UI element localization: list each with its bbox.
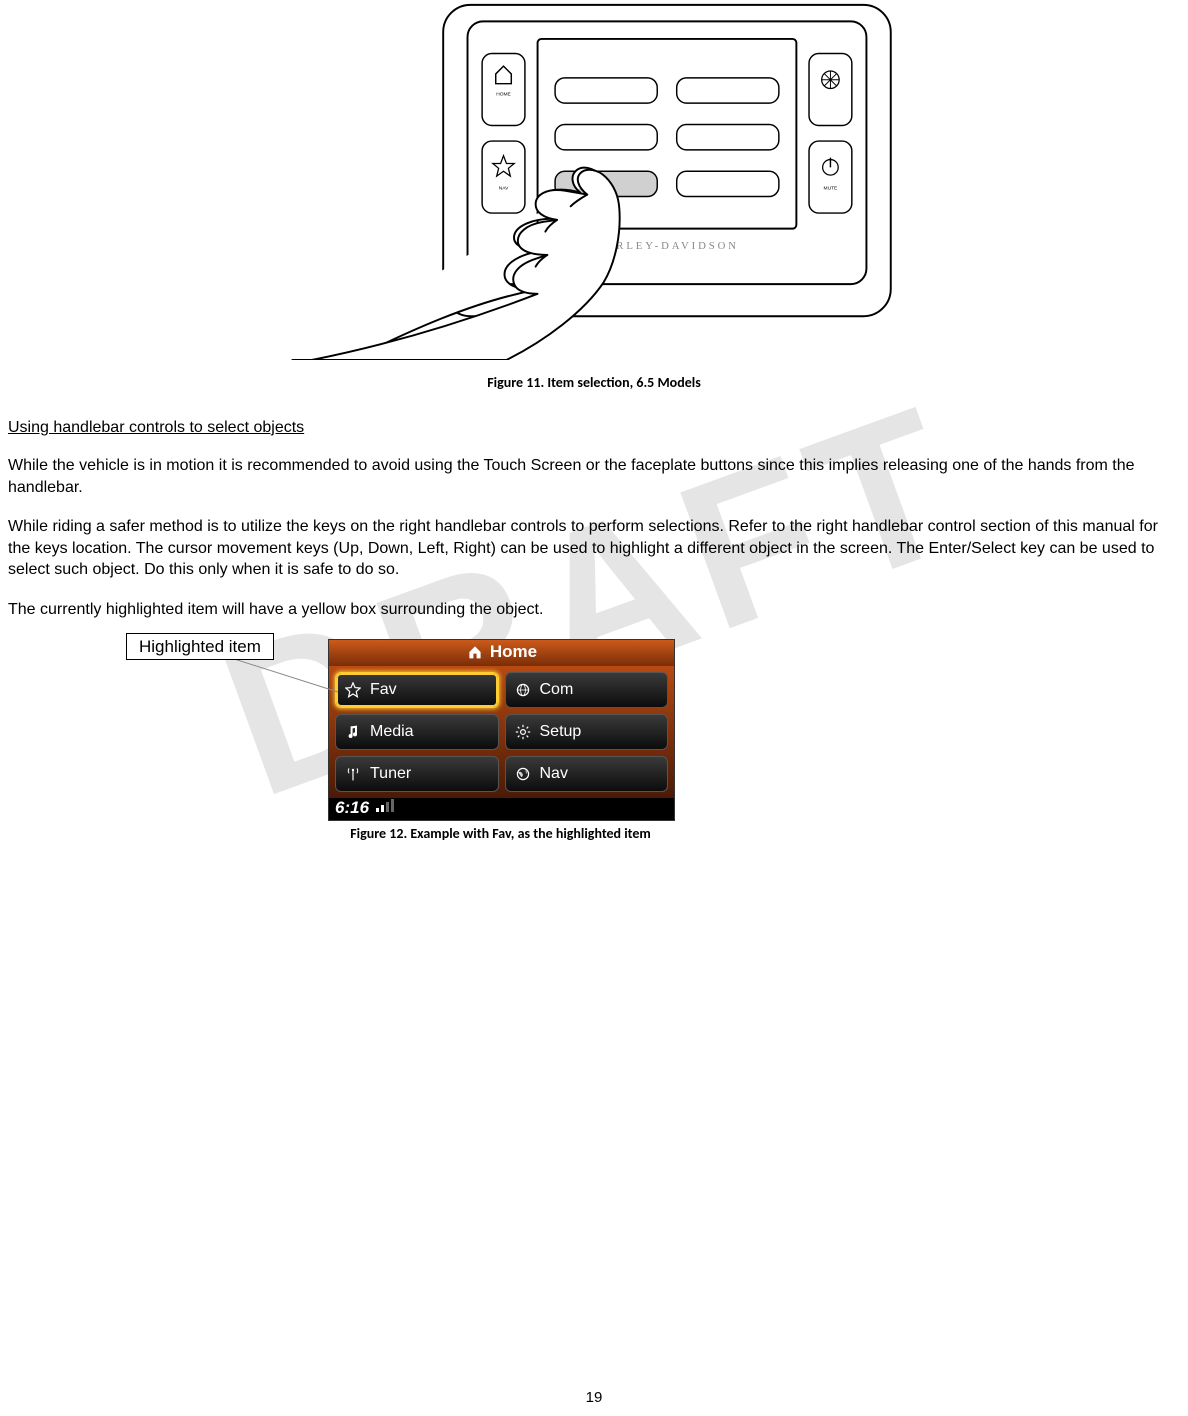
globe-icon	[514, 681, 532, 699]
home-icon	[466, 643, 484, 661]
gear-icon	[514, 723, 532, 741]
clock-time: 6:16	[335, 798, 369, 818]
home-btn-label: Media	[370, 723, 414, 741]
home-btn-setup[interactable]: Setup	[505, 714, 669, 750]
figure-12: Highlighted item Home Fav	[8, 639, 1180, 842]
home-body: Fav Com Media	[329, 666, 674, 798]
home-btn-label: Setup	[540, 723, 582, 741]
home-footer: 6:16	[329, 798, 674, 820]
callout-highlighted-item: Highlighted item	[126, 633, 274, 660]
section-handlebar: Using handlebar controls to select objec…	[8, 419, 1180, 621]
music-icon	[344, 723, 362, 741]
page-number: 19	[8, 1389, 1180, 1406]
figure-11: HARLEY-DAVIDSON HOME NAV MUTE	[8, 0, 1180, 391]
home-header: Home	[329, 640, 674, 666]
para-3: The currently highlighted item will have…	[8, 599, 1180, 621]
home-btn-label: Com	[540, 681, 574, 699]
home-title: Home	[490, 642, 537, 662]
figure-12-caption: Figure 12. Example with Fav, as the high…	[328, 825, 673, 842]
home-btn-fav[interactable]: Fav	[335, 672, 499, 708]
home-screen: Home Fav Com	[328, 639, 675, 821]
para-1: While the vehicle is in motion it is rec…	[8, 455, 1180, 498]
earth-icon	[514, 765, 532, 783]
section-title: Using handlebar controls to select objec…	[8, 419, 1180, 437]
home-btn-com[interactable]: Com	[505, 672, 669, 708]
home-btn-tuner[interactable]: Tuner	[335, 756, 499, 792]
home-btn-label: Fav	[370, 681, 397, 699]
svg-text:MUTE: MUTE	[824, 186, 839, 192]
svg-text:NAV: NAV	[499, 186, 509, 192]
home-btn-label: Tuner	[370, 765, 411, 783]
para-2: While riding a safer method is to utiliz…	[8, 516, 1180, 581]
home-btn-media[interactable]: Media	[335, 714, 499, 750]
device-illustration: HARLEY-DAVIDSON HOME NAV MUTE	[284, 0, 904, 364]
home-btn-nav[interactable]: Nav	[505, 756, 669, 792]
antenna-icon	[344, 765, 362, 783]
home-btn-label: Nav	[540, 765, 568, 783]
svg-text:HOME: HOME	[496, 91, 511, 97]
figure-11-caption: Figure 11. Item selection, 6.5 Models	[8, 374, 1180, 391]
signal-icon	[375, 798, 395, 818]
